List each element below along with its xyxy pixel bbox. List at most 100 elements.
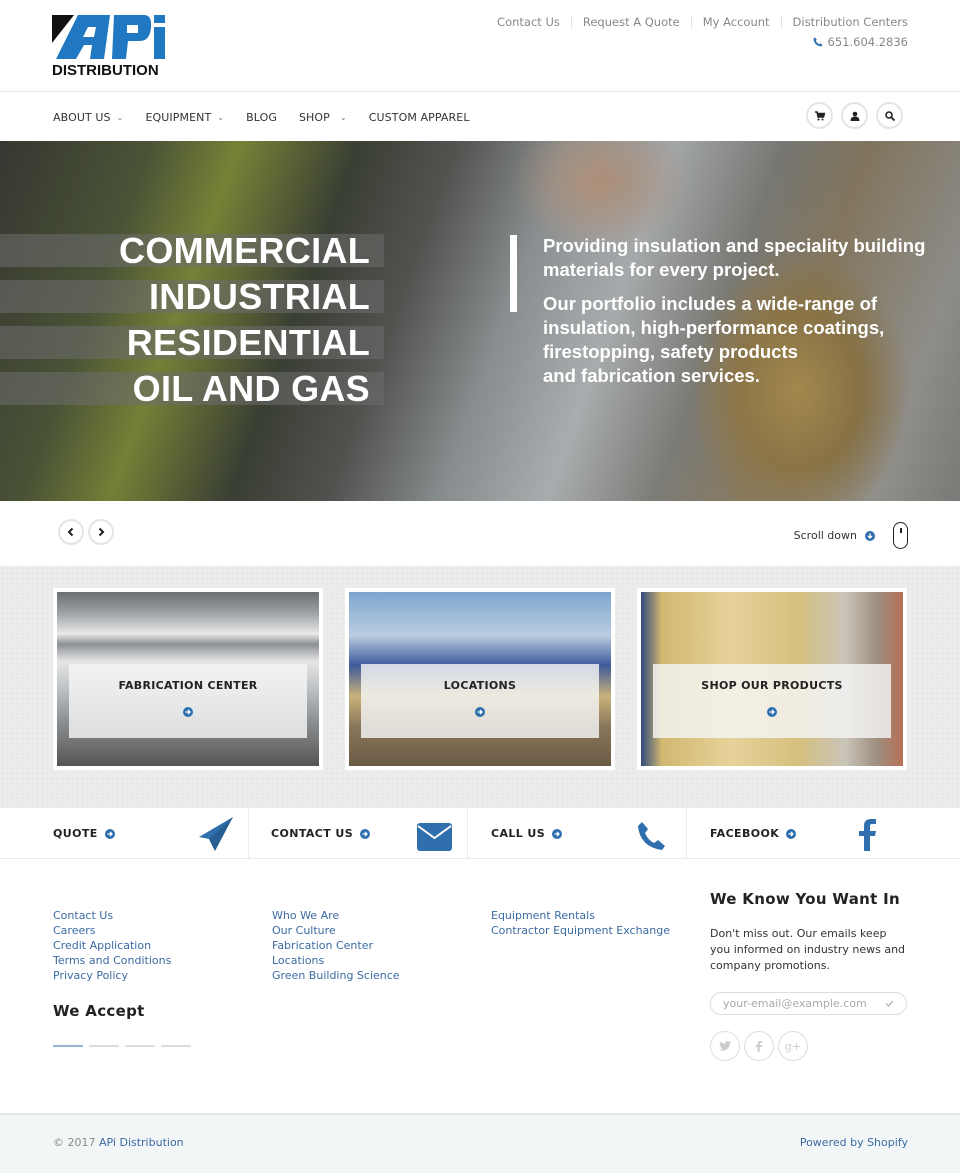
- payment-card-icon: [125, 1045, 155, 1047]
- api-distribution-logo[interactable]: DISTRIBUTION: [52, 15, 166, 77]
- hero-description: Providing insulation and speciality buil…: [543, 234, 933, 388]
- newsletter-text: Don't miss out. Our emails keep you info…: [710, 927, 906, 972]
- account-button[interactable]: [841, 102, 868, 129]
- powered-by-shopify-link[interactable]: Powered by Shopify: [800, 1136, 908, 1149]
- hero-word-oil-and-gas: OIL AND GAS: [132, 368, 370, 409]
- payment-card-icon: [161, 1045, 191, 1047]
- we-accept-heading: We Accept: [53, 1002, 145, 1020]
- footer-link-contact-us[interactable]: Contact Us: [53, 908, 171, 923]
- arrow-circle-right-icon[interactable]: [475, 707, 485, 717]
- google-plus-icon: g+: [784, 1039, 802, 1053]
- search-button[interactable]: [876, 102, 903, 129]
- hero-paragraph-1: Providing insulation and speciality buil…: [543, 235, 926, 280]
- phone-icon: [813, 37, 823, 47]
- slider-controls: [58, 519, 114, 545]
- arrow-circle-right-icon[interactable]: [767, 707, 777, 717]
- tile-shop-our-products[interactable]: SHOP OUR PRODUCTS: [637, 588, 907, 770]
- cta-text: QUOTE: [53, 827, 98, 840]
- newsletter-email-field[interactable]: your-email@example.com: [710, 992, 907, 1015]
- hero-accent-bar: [510, 235, 517, 312]
- footer-link-contractor-exchange[interactable]: Contractor Equipment Exchange: [491, 923, 670, 938]
- tile-image: SHOP OUR PRODUCTS: [641, 592, 903, 766]
- chevron-down-icon: ⌄: [339, 112, 347, 122]
- top-link-distribution-centers[interactable]: Distribution Centers: [780, 15, 908, 29]
- mouse-icon: [893, 522, 908, 549]
- footer-link-fabrication-center[interactable]: Fabrication Center: [272, 938, 400, 953]
- nav-about-us[interactable]: ABOUT US ⌄: [53, 111, 123, 124]
- check-icon[interactable]: [885, 1000, 894, 1007]
- newsletter-title: We Know You Want In: [710, 890, 900, 908]
- arrow-circle-right-icon: [104, 828, 115, 839]
- nav-custom-apparel[interactable]: CUSTOM APPAREL: [369, 111, 470, 124]
- footer-link-careers[interactable]: Careers: [53, 923, 171, 938]
- nav-label: BLOG: [246, 110, 277, 124]
- hero-slide: COMMERCIAL INDUSTRIAL RESIDENTIAL OIL AN…: [0, 141, 960, 501]
- slider-prev-button[interactable]: [58, 519, 84, 545]
- top-link-my-account[interactable]: My Account: [690, 15, 781, 29]
- slider-next-button[interactable]: [88, 519, 114, 545]
- social-links: g+: [710, 1031, 910, 1061]
- google-plus-button[interactable]: g+: [778, 1031, 808, 1061]
- footer-link-our-culture[interactable]: Our Culture: [272, 923, 400, 938]
- tile-fabrication-center[interactable]: FABRICATION CENTER: [53, 588, 323, 770]
- tile-overlay: SHOP OUR PRODUCTS: [653, 664, 891, 738]
- payment-card-icon: [89, 1045, 119, 1047]
- chevron-down-icon: ⌄: [217, 112, 225, 122]
- cta-call-us[interactable]: CALL US: [468, 808, 687, 859]
- cta-strip: QUOTE CONTACT US CALL US FACEBOOK: [0, 808, 960, 859]
- scroll-down-link[interactable]: Scroll down: [794, 522, 908, 549]
- footer-link-credit-application[interactable]: Credit Application: [53, 938, 171, 953]
- cart-button[interactable]: [806, 102, 833, 129]
- arrow-circle-right-icon: [360, 828, 371, 839]
- tile-image: LOCATIONS: [349, 592, 611, 766]
- cart-icon: [814, 110, 825, 120]
- copyright-year: © 2017: [53, 1136, 96, 1149]
- footer-link-equipment-rentals[interactable]: Equipment Rentals: [491, 908, 670, 923]
- cta-quote[interactable]: QUOTE: [0, 808, 249, 859]
- cta-text: CALL US: [491, 827, 546, 840]
- phone-icon: [638, 822, 665, 850]
- chevron-right-icon: [98, 527, 105, 537]
- footer-link-privacy[interactable]: Privacy Policy: [53, 968, 171, 983]
- hero-word-commercial: COMMERCIAL: [119, 230, 370, 271]
- footer-link-terms[interactable]: Terms and Conditions: [53, 953, 171, 968]
- cta-facebook[interactable]: FACEBOOK: [687, 808, 960, 859]
- nav-blog[interactable]: BLOG: [246, 111, 277, 124]
- copyright: © 2017 APi Distribution: [53, 1136, 184, 1149]
- footer-link-green-building[interactable]: Green Building Science: [272, 968, 400, 983]
- footer-link-locations[interactable]: Locations: [272, 953, 400, 968]
- tile-title: LOCATIONS: [443, 679, 517, 692]
- chevron-down-icon: ⌄: [116, 112, 124, 122]
- arrow-circle-right-icon[interactable]: [183, 707, 193, 717]
- hero-line: insulation, high-performance coatings,: [543, 317, 885, 338]
- facebook-button[interactable]: [744, 1031, 774, 1061]
- phone-number[interactable]: 651.604.2836: [813, 35, 908, 49]
- twitter-icon: [719, 1041, 731, 1051]
- site-header: DISTRIBUTION Contact Us Request A Quote …: [0, 0, 960, 92]
- hero-line: and fabrication services.: [543, 365, 760, 386]
- top-link-request-quote[interactable]: Request A Quote: [570, 15, 691, 29]
- top-link-contact-us[interactable]: Contact Us: [486, 15, 571, 29]
- utility-links: Contact Us Request A Quote My Account Di…: [486, 15, 908, 29]
- nav-equipment[interactable]: EQUIPMENT ⌄: [145, 111, 224, 124]
- footer-link-who-we-are[interactable]: Who We Are: [272, 908, 400, 923]
- arrow-circle-right-icon: [552, 828, 563, 839]
- payment-icons: [53, 1045, 191, 1047]
- hero-word-residential: RESIDENTIAL: [126, 322, 370, 363]
- main-nav: ABOUT US ⌄ EQUIPMENT ⌄ BLOG SHOP ⌄ CUSTOM A…: [0, 93, 960, 141]
- cta-contact-us[interactable]: CONTACT US: [249, 808, 468, 859]
- payment-card-icon: [53, 1045, 83, 1047]
- tile-locations[interactable]: LOCATIONS: [345, 588, 615, 770]
- facebook-icon: [756, 1040, 762, 1052]
- nav-label: ABOUT US: [53, 110, 111, 124]
- twitter-button[interactable]: [710, 1031, 740, 1061]
- envelope-icon: [417, 823, 452, 851]
- hero-paragraph-2: Our portfolio includes a wide-range of i…: [543, 292, 933, 388]
- hero-line: Our portfolio includes a wide-range of: [543, 293, 878, 314]
- nav-shop[interactable]: SHOP ⌄: [299, 111, 347, 124]
- cta-label: FACEBOOK: [710, 827, 797, 840]
- copyright-brand-link[interactable]: APi Distribution: [99, 1136, 184, 1149]
- hero-line: firestopping, safety products: [543, 341, 798, 362]
- chevron-left-icon: [67, 527, 74, 537]
- cta-label: CALL US: [491, 827, 563, 840]
